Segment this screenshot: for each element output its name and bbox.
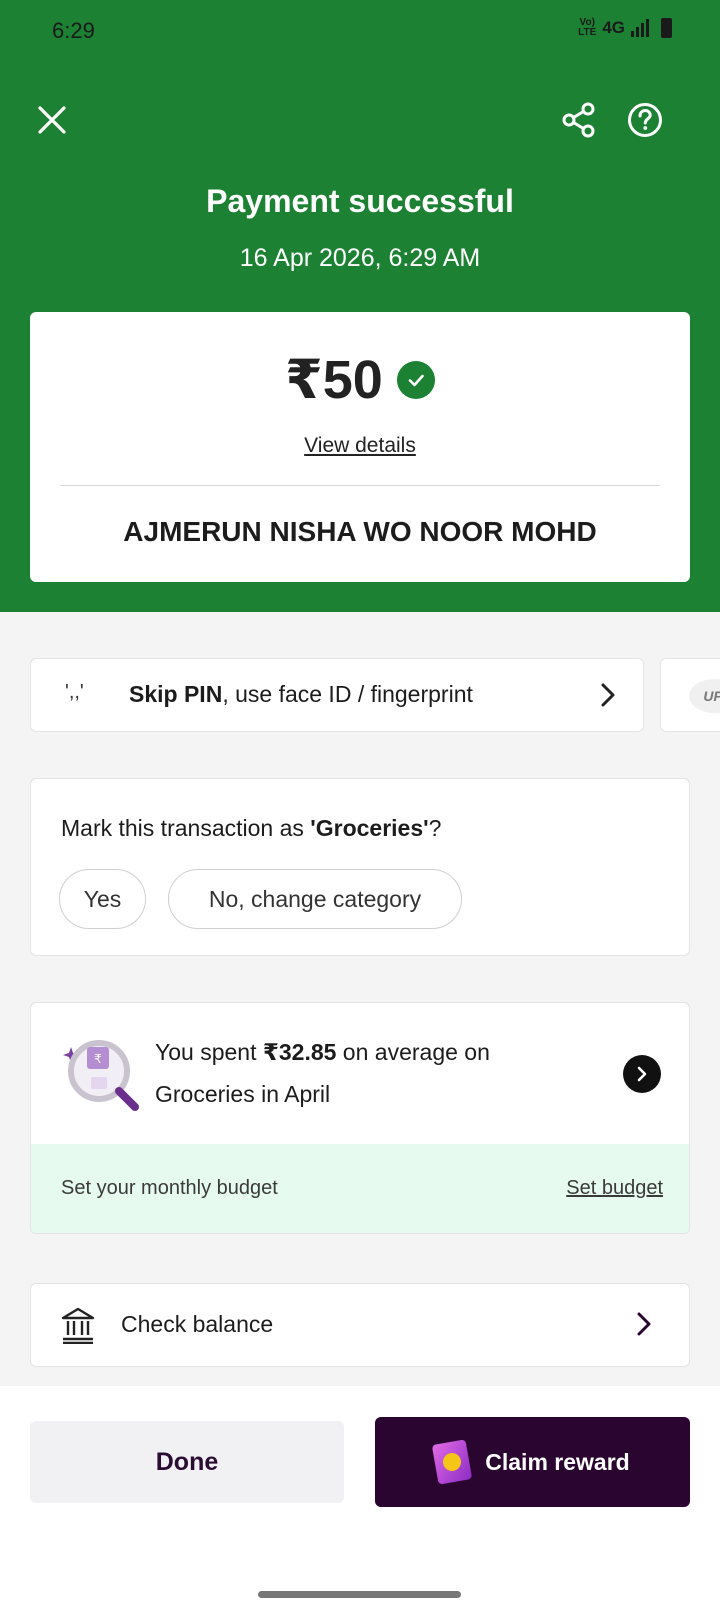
payee-name: AJMERUN NISHA WO NOOR MOHD	[123, 516, 597, 547]
volte-icon: Vo) LTE	[578, 17, 597, 38]
view-details-link[interactable]: View details	[30, 434, 690, 458]
skip-pin-bold: Skip PIN	[129, 681, 223, 707]
done-button[interactable]: Done	[30, 1421, 344, 1503]
success-check-icon	[396, 360, 435, 399]
budget-strip: Set your monthly budget Set budget	[31, 1144, 689, 1233]
upi-lite-card[interactable]: UPI	[660, 658, 720, 732]
category-question: Mark this transaction as 'Groceries'?	[61, 815, 441, 842]
category-question-suffix: ?	[428, 815, 442, 841]
share-icon[interactable]	[555, 96, 603, 144]
spending-message: You spent ₹32.85 on average on Groceries…	[155, 1031, 575, 1115]
payment-datetime: 16 Apr 2026, 6:29 AM	[239, 244, 481, 272]
yes-button[interactable]: Yes	[59, 869, 146, 929]
network-label: 4G	[602, 18, 625, 37]
skip-pin-rest: , use face ID / fingerprint	[222, 681, 473, 707]
spending-insight-card[interactable]: ₹ You spent ₹32.85 on average on Groceri…	[30, 1002, 690, 1234]
status-bar: 6:29 Vo) LTE 4G	[0, 0, 720, 62]
category-question-prefix: Mark this transaction as	[61, 815, 311, 841]
spending-amount: ₹32.85	[262, 1039, 337, 1065]
page-title: Payment successful	[206, 183, 514, 219]
amount-row: ₹50	[30, 348, 690, 411]
check-balance-label: Check balance	[121, 1311, 274, 1337]
reward-card-icon	[432, 1439, 473, 1485]
close-icon[interactable]	[28, 96, 76, 144]
skip-pin-text: Skip PIN, use face ID / fingerprint	[129, 681, 473, 708]
sparkle-icon: ',,'	[65, 681, 84, 703]
bank-icon	[61, 1306, 95, 1349]
upi-lite-logo: UPI	[689, 679, 720, 713]
status-icons: Vo) LTE 4G	[578, 18, 672, 38]
svg-text:₹: ₹	[94, 1052, 102, 1066]
chevron-right-icon	[635, 1310, 653, 1343]
skip-pin-card[interactable]: ',,' Skip PIN, use face ID / fingerprint	[30, 658, 644, 732]
claim-reward-label: Claim reward	[485, 1448, 630, 1475]
spending-arrow-icon[interactable]	[623, 1055, 661, 1093]
category-name: 'Groceries'	[310, 815, 429, 841]
payment-amount: ₹50	[285, 350, 383, 410]
change-category-button[interactable]: No, change category	[168, 869, 462, 929]
category-card: Mark this transaction as 'Groceries'? Ye…	[30, 778, 690, 956]
battery-icon	[661, 18, 672, 38]
chevron-right-icon	[599, 681, 617, 714]
spending-prefix: You spent	[155, 1039, 263, 1065]
payment-summary-card: ₹50 View details AJMERUN NISHA WO NOOR M…	[30, 312, 690, 582]
help-icon[interactable]	[621, 96, 669, 144]
divider	[60, 485, 660, 486]
bottom-action-bar: Done Claim reward	[0, 1386, 720, 1612]
set-budget-link[interactable]: Set budget	[566, 1177, 663, 1200]
claim-reward-button[interactable]: Claim reward	[375, 1417, 690, 1507]
status-time: 6:29	[52, 18, 95, 43]
budget-label: Set your monthly budget	[61, 1177, 278, 1199]
magnifier-receipt-icon: ₹	[61, 1033, 145, 1117]
home-indicator[interactable]	[258, 1591, 461, 1598]
signal-icon	[631, 19, 649, 37]
check-balance-card[interactable]: Check balance	[30, 1283, 690, 1367]
